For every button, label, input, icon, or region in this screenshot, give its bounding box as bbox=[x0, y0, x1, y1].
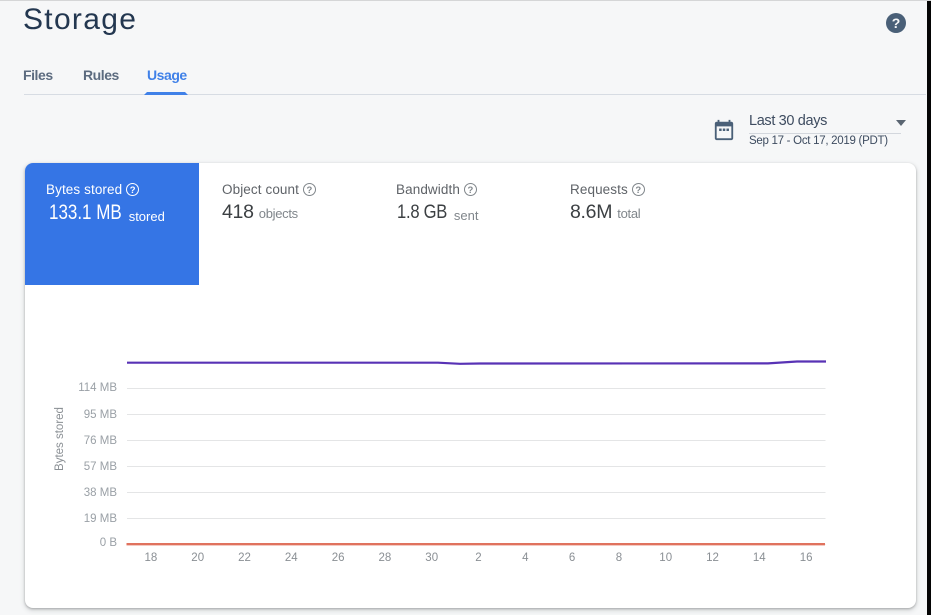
svg-text:76 MB: 76 MB bbox=[84, 435, 118, 447]
svg-text:4: 4 bbox=[522, 552, 529, 564]
svg-text:24: 24 bbox=[285, 552, 298, 564]
svg-text:0 B: 0 B bbox=[100, 537, 118, 549]
svg-text:8: 8 bbox=[616, 552, 622, 564]
svg-text:114 MB: 114 MB bbox=[78, 382, 117, 394]
svg-text:22: 22 bbox=[238, 552, 251, 564]
svg-text:38 MB: 38 MB bbox=[84, 487, 118, 499]
svg-text:30: 30 bbox=[425, 552, 438, 564]
svg-text:95 MB: 95 MB bbox=[84, 409, 118, 421]
svg-text:20: 20 bbox=[191, 552, 204, 564]
svg-text:Bytes stored: Bytes stored bbox=[54, 407, 66, 471]
svg-text:10: 10 bbox=[659, 552, 672, 564]
svg-text:2: 2 bbox=[475, 552, 481, 564]
svg-text:57 MB: 57 MB bbox=[84, 461, 118, 473]
svg-text:26: 26 bbox=[332, 552, 345, 564]
svg-text:6: 6 bbox=[569, 552, 575, 564]
svg-text:14: 14 bbox=[753, 552, 766, 564]
svg-text:28: 28 bbox=[379, 552, 392, 564]
svg-text:16: 16 bbox=[800, 552, 813, 564]
svg-text:19 MB: 19 MB bbox=[84, 513, 118, 525]
svg-text:12: 12 bbox=[706, 552, 719, 564]
svg-text:18: 18 bbox=[145, 552, 158, 564]
